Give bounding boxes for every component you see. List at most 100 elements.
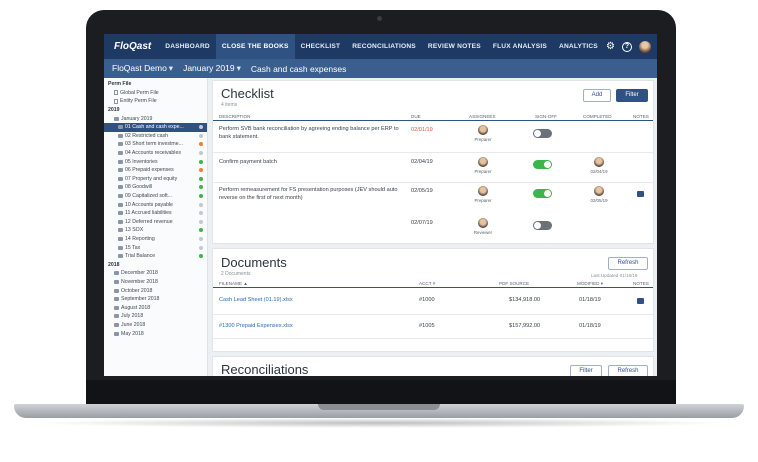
sidebar-item[interactable]: May 2018: [104, 329, 207, 338]
tab-checklist[interactable]: CHECKLIST: [295, 34, 347, 59]
filter-button[interactable]: Filter: [570, 365, 602, 376]
assignee[interactable]: Preparer: [471, 157, 495, 174]
folder-icon: [118, 245, 123, 250]
add-button[interactable]: Add: [583, 89, 611, 102]
company-selector[interactable]: FloQast Demo ▾: [112, 63, 173, 74]
floqast-logo[interactable]: FloQast: [104, 41, 159, 52]
sidebar-item[interactable]: 03 Short term investme...: [104, 140, 207, 149]
context-bar: FloQast Demo ▾ January 2019 ▾ Cash and cas…: [104, 59, 657, 78]
sidebar-item[interactable]: 07 Property and equity: [104, 175, 207, 184]
sidebar-item[interactable]: 10 Accounts payable: [104, 200, 207, 209]
col-due[interactable]: DUE: [411, 114, 421, 119]
sidebar-item[interactable]: 02 Restricted cash: [104, 132, 207, 141]
tab-analytics[interactable]: ANALYTICS: [553, 34, 604, 59]
sidebar-item-label: 03 Short term investme...: [125, 141, 183, 148]
checklist-row[interactable]: 02/07/19 Reviewer: [213, 217, 653, 244]
document-source: $134,918.00: [509, 297, 541, 303]
status-dot: [199, 228, 203, 233]
tab-flux-analysis[interactable]: FLUX ANALYSIS: [487, 34, 553, 59]
sidebar-item[interactable]: 06 Prepaid expenses: [104, 166, 207, 175]
laptop-notch: [318, 404, 440, 410]
col-filename[interactable]: FILENAME ▲: [219, 281, 248, 286]
sidebar-item[interactable]: October 2018: [104, 286, 207, 295]
period-selector[interactable]: January 2019 ▾: [183, 63, 241, 74]
assignee[interactable]: Preparer: [471, 125, 495, 142]
sidebar-item[interactable]: 09 Capitalized soft...: [104, 192, 207, 201]
sidebar-item[interactable]: 01 Cash and cash expe...: [104, 122, 207, 132]
note-icon[interactable]: [637, 298, 644, 304]
filter-button[interactable]: Filter: [616, 89, 648, 102]
document-row[interactable]: #1300 Prepaid Expenses.xlsx #1005 $157,9…: [213, 315, 653, 339]
screen: FloQast DASHBOARD CLOSE THE BOOKS CHECKL…: [104, 34, 657, 376]
sidebar-item-label: 09 Capitalized soft...: [125, 193, 173, 200]
sidebar-item-label: December 2018: [121, 270, 158, 277]
checklist-row[interactable]: Perform remeasurement for FS presentatio…: [213, 183, 653, 217]
assignee[interactable]: Preparer: [471, 186, 495, 203]
task-description: Perform SVB bank reconciliation by agree…: [219, 126, 399, 140]
col-completed[interactable]: COMPLETED: [583, 114, 612, 119]
user-avatar[interactable]: [639, 40, 651, 53]
col-assignees[interactable]: ASSIGNEES: [469, 114, 496, 119]
note-icon[interactable]: [637, 191, 644, 197]
document-link[interactable]: #1300 Prepaid Expenses.xlsx: [219, 323, 293, 329]
sidebar-item[interactable]: 04 Accounts receivables: [104, 149, 207, 158]
assignee-role: Preparer: [474, 137, 492, 142]
sidebar-item-label: Perm File: [108, 81, 132, 88]
sidebar-item[interactable]: 11 Accrued liabilities: [104, 209, 207, 218]
sidebar-item-label: Trial Balance: [125, 253, 156, 260]
tab-reconciliations[interactable]: RECONCILIATIONS: [346, 34, 422, 59]
gear-icon[interactable]: ⚙: [606, 41, 615, 52]
col-notes[interactable]: NOTES: [633, 114, 649, 119]
folder-icon: [114, 314, 119, 319]
folder-icon: [118, 219, 123, 224]
sidebar-item[interactable]: June 2018: [104, 321, 207, 330]
tab-review-notes[interactable]: REVIEW NOTES: [422, 34, 487, 59]
assignee-role: Preparer: [474, 169, 492, 174]
document-link[interactable]: Cash Lead Sheet (01.19).xlsx: [219, 297, 293, 303]
sidebar-item[interactable]: July 2018: [104, 312, 207, 321]
company-name: FloQast Demo: [112, 63, 167, 73]
sidebar-item[interactable]: August 2018: [104, 303, 207, 312]
sidebar-item[interactable]: December 2018: [104, 269, 207, 278]
sidebar-item[interactable]: 14 Reporting: [104, 235, 207, 244]
folder-icon: [114, 271, 119, 276]
folder-icon: [118, 211, 123, 216]
sidebar-item[interactable]: Global Perm File: [104, 89, 207, 98]
tab-dashboard[interactable]: DASHBOARD: [159, 34, 216, 59]
sidebar-item[interactable]: 05 Inventories: [104, 157, 207, 166]
signoff-toggle[interactable]: [533, 189, 552, 198]
refresh-button[interactable]: Refresh: [608, 257, 648, 270]
last-updated: Last Updated 01/18/19: [591, 273, 638, 278]
folder-icon: [114, 305, 119, 310]
tab-close-the-books[interactable]: CLOSE THE BOOKS: [215, 34, 295, 59]
col-notes[interactable]: NOTES: [633, 281, 649, 286]
sidebar-item[interactable]: Entity Perm File: [104, 97, 207, 106]
sidebar-item[interactable]: 13 SOX: [104, 226, 207, 235]
col-pdf-source[interactable]: PDF SOURCE: [499, 281, 529, 286]
help-icon[interactable]: ?: [622, 41, 632, 52]
refresh-button[interactable]: Refresh: [608, 365, 648, 376]
chevron-down-icon: ▾: [168, 63, 174, 73]
sidebar-item[interactable]: 15 Tax: [104, 243, 207, 252]
col-acct[interactable]: ACCT #: [419, 281, 435, 286]
checklist-row[interactable]: Confirm payment batch 02/04/19 Preparer …: [213, 153, 653, 183]
sidebar-item[interactable]: 12 Deferred revenue: [104, 218, 207, 227]
document-row[interactable]: Cash Lead Sheet (01.19).xlsx #1000 $134,…: [213, 289, 653, 315]
signoff-toggle[interactable]: [533, 221, 552, 230]
sidebar-item[interactable]: 08 Goodwill: [104, 183, 207, 192]
sidebar-item-label: 06 Prepaid expenses: [125, 167, 174, 174]
sidebar-item[interactable]: September 2018: [104, 295, 207, 304]
col-modified[interactable]: MODIFIED ▾: [577, 281, 603, 287]
signoff-toggle[interactable]: [533, 129, 552, 138]
assignee[interactable]: Reviewer: [471, 218, 495, 235]
sidebar-item[interactable]: November 2018: [104, 278, 207, 287]
checklist-row[interactable]: Perform SVB bank reconciliation by agree…: [213, 122, 653, 153]
col-description[interactable]: DESCRIPTION: [219, 114, 250, 119]
completed-by: 02/04/19: [587, 157, 611, 174]
sidebar-item[interactable]: Trial Balance: [104, 252, 207, 261]
signoff-toggle[interactable]: [533, 160, 552, 169]
sidebar-item[interactable]: January 2019: [104, 114, 207, 123]
checklist-panel: Checklist 4 items Add Filter DESCRIPTION…: [212, 80, 654, 244]
col-signoff[interactable]: SIGN-OFF: [535, 114, 557, 119]
folder-icon: [118, 133, 123, 138]
